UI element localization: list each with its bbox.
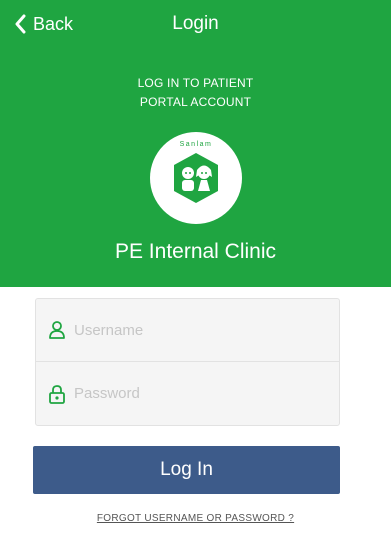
username-input[interactable]: [74, 321, 314, 339]
forgot-credentials-link[interactable]: FORGOT USERNAME OR PASSWORD ?: [97, 513, 294, 524]
login-form: [35, 298, 340, 426]
subtitle-line-1: LOG IN TO PATIENT: [137, 76, 254, 90]
top-bar: Back Login: [0, 0, 391, 50]
portal-subtitle: LOG IN TO PATIENT PORTAL ACCOUNT: [0, 74, 391, 112]
password-input[interactable]: [74, 385, 314, 402]
subtitle-line-2: PORTAL ACCOUNT: [139, 95, 252, 109]
lock-icon: [49, 384, 65, 404]
forgot-row: FORGOT USERNAME OR PASSWORD ?: [0, 512, 391, 526]
header-banner: Back Login LOG IN TO PATIENT PORTAL ACCO…: [0, 0, 391, 287]
logo-text: Sanlam: [179, 141, 213, 148]
password-row: [36, 362, 339, 425]
username-row: [36, 299, 339, 362]
user-icon: [49, 321, 65, 339]
clinic-name: PE Internal Clinic: [114, 240, 277, 263]
login-button[interactable]: Log In: [33, 446, 340, 494]
page-title: Login: [172, 13, 219, 34]
clinic-logo: Sanlam: [149, 131, 243, 225]
